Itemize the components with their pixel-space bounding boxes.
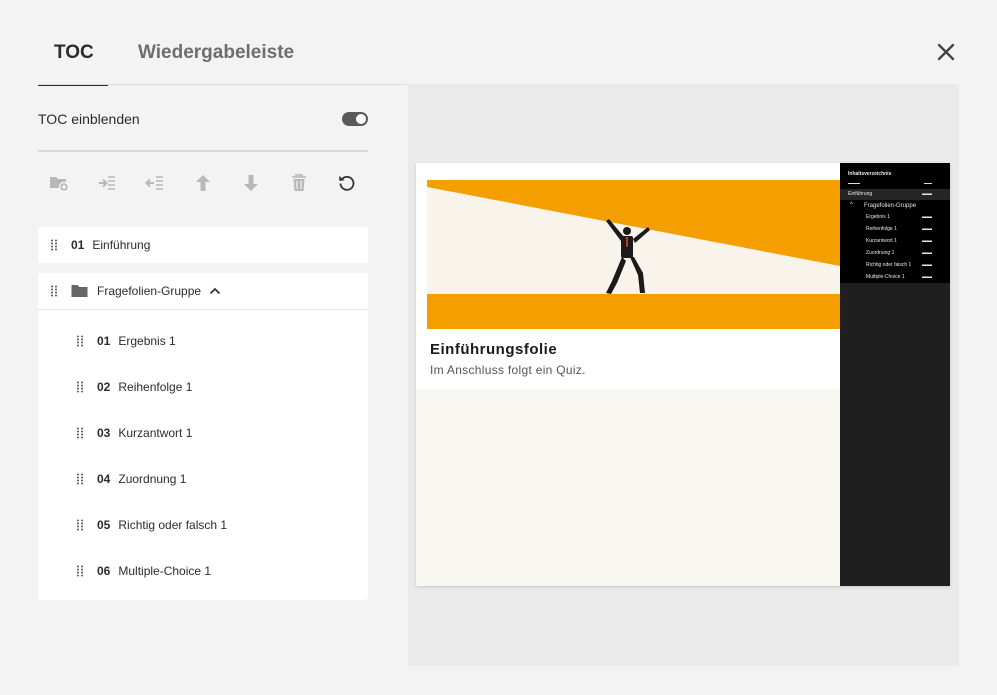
toc-item-label: Zuordnung 1 (118, 472, 187, 486)
slide-subtitle: Im Anschluss folgt ein Quiz. (430, 363, 586, 377)
folder-icon (71, 285, 88, 297)
indent-icon[interactable] (96, 172, 118, 194)
mini-toc-child: Kurzantwort 1 (866, 238, 897, 244)
tab-toc[interactable]: TOC (38, 40, 108, 86)
toc-group-label: Fragefolien-Gruppe (97, 284, 202, 298)
toc-group-header[interactable]: Fragefolien-Gruppe (38, 273, 368, 310)
tab-playlist[interactable]: Wiedergabeleiste (138, 40, 294, 86)
drag-handle-icon[interactable] (76, 473, 84, 485)
toc-item-label: Kurzantwort 1 (118, 426, 193, 440)
toc-child-item[interactable]: 06 Multiple-Choice 1 (38, 548, 368, 594)
mini-toc-list: Inhaltsverzeichnis Einführung ▬▬ ^ Frage… (840, 163, 950, 283)
toc-child-item[interactable]: 04 Zuordnung 1 (38, 456, 368, 502)
tab-toc-label: TOC (54, 42, 94, 63)
toc-item-number: 04 (97, 472, 111, 486)
toc-child-item[interactable]: 02 Reihenfolge 1 (38, 364, 368, 410)
slide-title: Einführungsfolie (430, 341, 558, 358)
toc-group-children: 01 Ergebnis 1 02 Reihenfolge 1 03 Kurzantwort… (38, 310, 368, 594)
move-down-icon[interactable] (240, 172, 262, 194)
toc-item-label: Multiple-Choice 1 (118, 564, 212, 578)
toc-visibility-label: TOC einblenden (38, 111, 140, 127)
mini-toc-child: Richtig oder falsch 1 (866, 262, 912, 268)
mini-toc-header: Inhaltsverzeichnis (848, 171, 892, 177)
drag-handle-icon[interactable] (76, 427, 84, 439)
toc-item-label: Reihenfolge 1 (118, 380, 193, 394)
mini-toc-sidebar: Inhaltsverzeichnis Einführung ▬▬ ^ Frage… (840, 163, 950, 586)
toc-visibility-row: TOC einblenden (38, 108, 368, 130)
mini-toc-item: Einführung (848, 191, 873, 197)
toc-item-introduction[interactable]: 01 Einführung (38, 227, 368, 263)
delete-icon[interactable] (288, 172, 310, 194)
outdent-icon[interactable] (144, 172, 166, 194)
mini-toc-child: Ergebnis 1 (866, 214, 890, 220)
drag-handle-icon[interactable] (76, 381, 84, 393)
drag-handle-icon[interactable] (50, 285, 58, 297)
toc-child-item[interactable]: 03 Kurzantwort 1 (38, 410, 368, 456)
toc-item-number: 02 (97, 380, 111, 394)
reset-icon[interactable] (336, 172, 358, 194)
chevron-up-icon: ^ (850, 202, 853, 208)
toc-item-number: 03 (97, 426, 111, 440)
tabs-divider (38, 84, 407, 85)
mini-toc-child: Reihenfolge 1 (866, 226, 897, 232)
drag-handle-icon[interactable] (76, 565, 84, 577)
close-icon[interactable] (934, 40, 958, 64)
drag-handle-icon[interactable] (50, 239, 58, 251)
drag-handle-icon[interactable] (76, 335, 84, 347)
toc-visibility-toggle[interactable] (342, 112, 368, 126)
toc-child-item[interactable]: 05 Richtig oder falsch 1 (38, 502, 368, 548)
toc-group-card: Fragefolien-Gruppe 01 Ergebnis 1 02 Reihenf… (38, 273, 368, 600)
divider (38, 150, 368, 152)
slide-content: Einführungsfolie Im Anschluss folgt ein … (416, 163, 840, 389)
slide-preview: Einführungsfolie Im Anschluss folgt ein … (416, 163, 950, 586)
toc-item-number: 06 (97, 564, 111, 578)
toc-item-number: 01 (97, 334, 111, 348)
chevron-up-icon[interactable] (209, 287, 221, 295)
tab-bar: TOC Wiedergabeleiste (38, 40, 324, 86)
toc-item-label: Einführung (92, 238, 151, 252)
toc-toolbar (38, 172, 368, 200)
toc-item-label: Richtig oder falsch 1 (118, 518, 228, 532)
move-up-icon[interactable] (192, 172, 214, 194)
toc-item-number: 01 (71, 238, 85, 252)
mini-toc-group: Fragefolien-Gruppe (864, 203, 917, 209)
toc-item-number: 05 (97, 518, 111, 532)
add-folder-icon[interactable] (48, 172, 70, 194)
drag-handle-icon[interactable] (76, 519, 84, 531)
toc-item-label: Ergebnis 1 (118, 334, 176, 348)
mini-toc-child: Multiple-Choice 1 (866, 274, 905, 280)
toc-child-item[interactable]: 01 Ergebnis 1 (38, 318, 368, 364)
mini-toc-child: Zuordnung 1 (866, 250, 895, 256)
slide-hero-image (427, 180, 840, 329)
